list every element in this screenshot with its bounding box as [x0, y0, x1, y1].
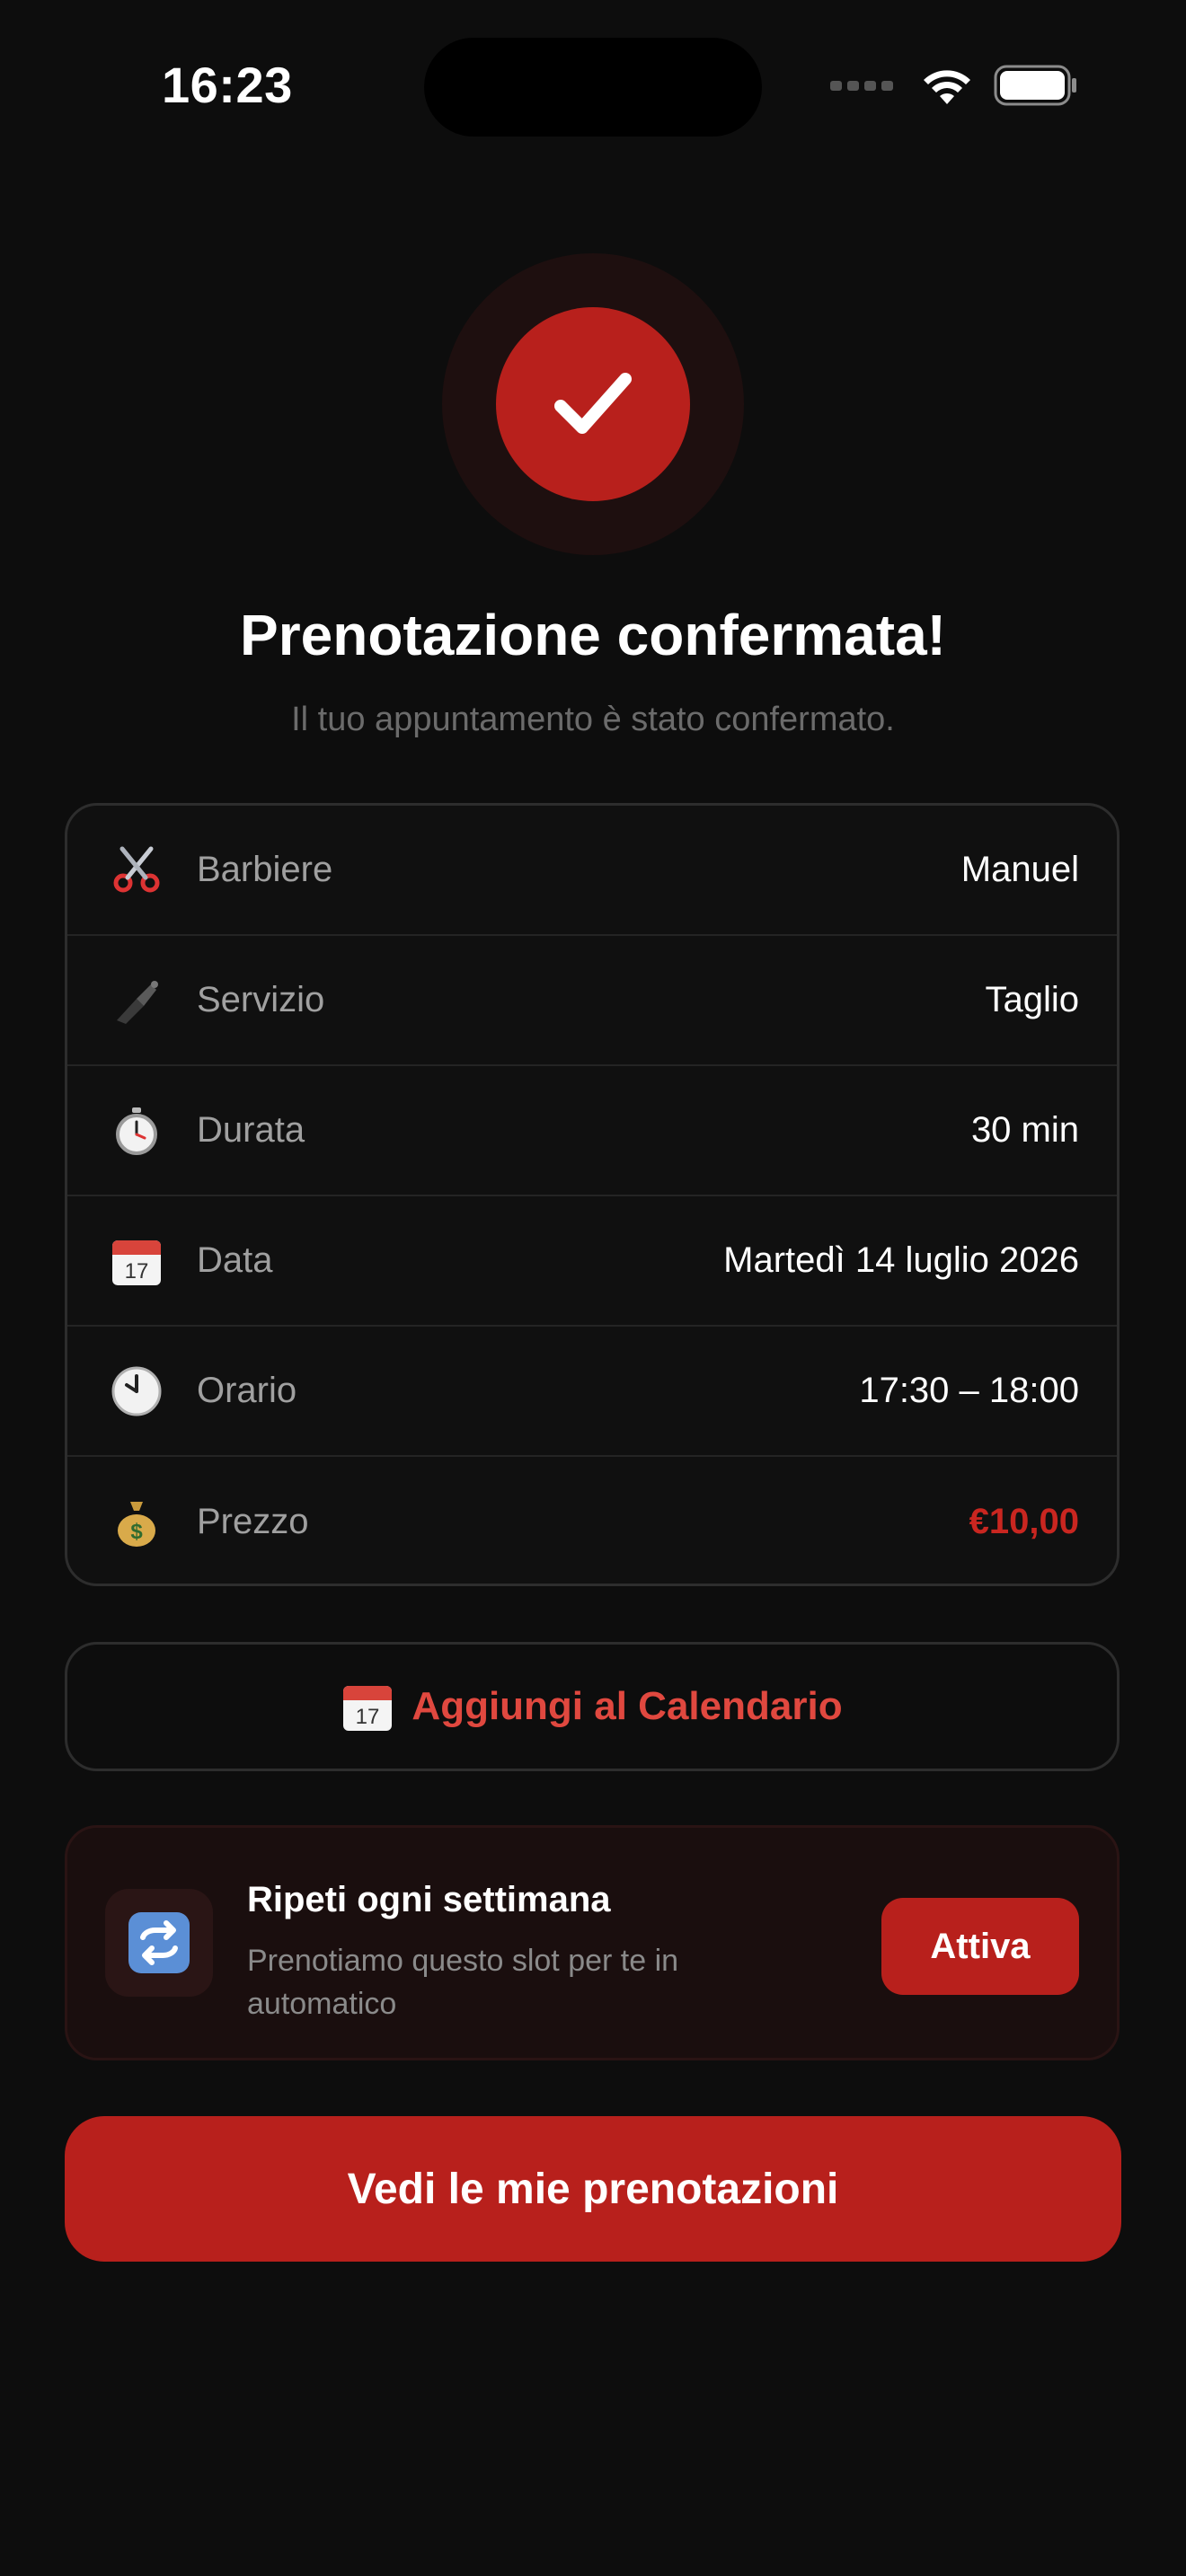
razor-icon	[107, 971, 166, 1030]
detail-row-price: $ Prezzo €10,00	[67, 1457, 1117, 1584]
detail-label: Orario	[197, 1371, 297, 1410]
money-bag-icon: $	[107, 1493, 166, 1552]
calendar-icon: 17	[343, 1686, 393, 1731]
detail-row-barber: Barbiere Manuel	[67, 806, 1117, 936]
detail-value: 17:30 – 18:00	[859, 1371, 1079, 1410]
detail-label: Barbiere	[197, 850, 333, 889]
price-value: €10,00	[969, 1502, 1079, 1541]
status-time: 16:23	[162, 57, 293, 113]
add-to-calendar-button[interactable]: 17 Aggiungi al Calendario	[65, 1642, 1120, 1771]
detail-value: Manuel	[960, 850, 1079, 889]
activate-button[interactable]: Attiva	[881, 1898, 1079, 1995]
add-to-calendar-label: Aggiungi al Calendario	[412, 1684, 843, 1728]
detail-label: Data	[197, 1240, 273, 1280]
clock-icon	[107, 1362, 166, 1421]
detail-row-duration: Durata 30 min	[67, 1066, 1117, 1196]
detail-label: Durata	[197, 1110, 305, 1150]
repeat-description: Prenotiamo questo slot per te in automat…	[247, 1944, 679, 2021]
checkmark-icon	[496, 307, 690, 501]
detail-value: 30 min	[970, 1110, 1079, 1150]
detail-label: Servizio	[197, 980, 325, 1019]
svg-text:17: 17	[125, 1259, 149, 1284]
battery-icon	[994, 65, 1076, 106]
page-title: Prenotazione confermata!	[240, 603, 946, 667]
wifi-icon	[924, 70, 970, 104]
detail-row-service: Servizio Taglio	[67, 936, 1117, 1066]
status-bar: 16:23	[0, 0, 1186, 171]
detail-row-time: Orario 17:30 – 18:00	[67, 1327, 1117, 1457]
page-subtitle: Il tuo appuntamento è stato confermato.	[291, 701, 895, 738]
repeat-icon	[105, 1889, 213, 1997]
repeat-title: Ripeti ogni settimana	[247, 1880, 611, 1919]
repeat-weekly-card: Ripeti ogni settimana Prenotiamo questo …	[65, 1825, 1120, 2060]
view-bookings-button[interactable]: Vedi le mie prenotazioni	[65, 2116, 1121, 2262]
booking-details-card: Barbiere Manuel Servizio Taglio Durata 3…	[65, 803, 1120, 1586]
calendar-icon: 17	[107, 1231, 166, 1291]
detail-label: Prezzo	[197, 1502, 309, 1541]
status-icons	[830, 65, 1078, 106]
svg-text:17: 17	[356, 1705, 380, 1729]
detail-row-date: 17 Data Martedì 14 luglio 2026	[67, 1196, 1117, 1327]
svg-text:$: $	[130, 1520, 143, 1544]
cellular-signal-icon	[830, 80, 893, 91]
detail-value: Taglio	[985, 980, 1079, 1019]
dynamic-island	[424, 38, 762, 137]
stopwatch-icon	[107, 1101, 166, 1160]
scissors-icon	[107, 841, 166, 900]
detail-value: Martedì 14 luglio 2026	[723, 1240, 1079, 1280]
